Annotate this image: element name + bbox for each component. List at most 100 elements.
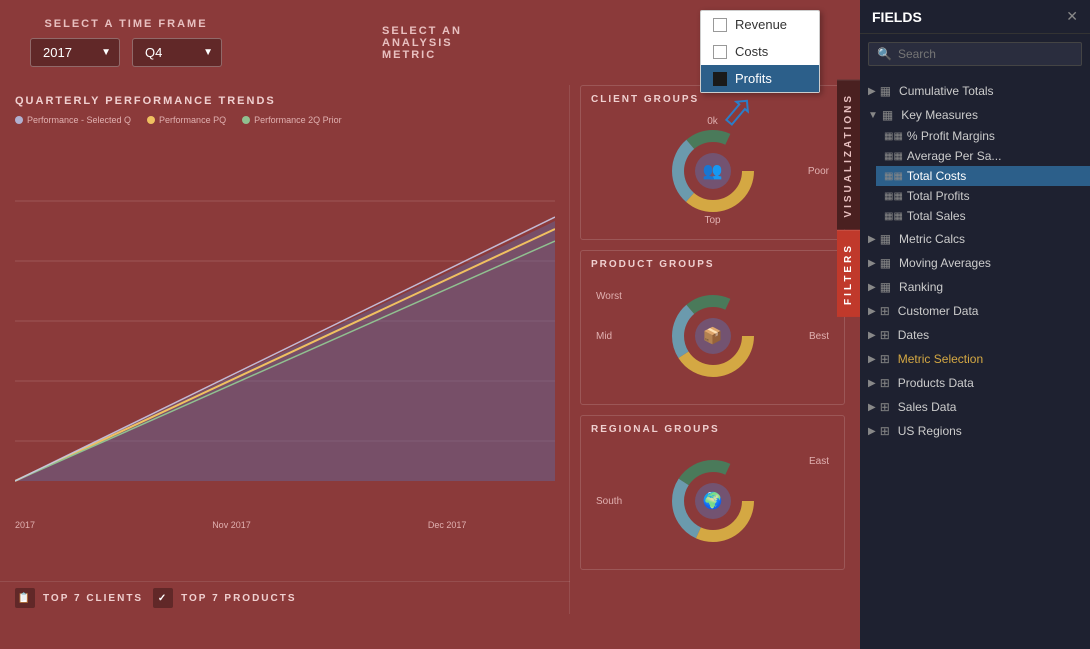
legend-item-3: Performance 2Q Prior xyxy=(242,115,342,125)
table-icon-rk: ▦ xyxy=(880,280,891,294)
expand-icon-sd: ▶ xyxy=(868,402,876,413)
field-total-sales[interactable]: ▦▦ Total Sales xyxy=(876,206,1090,226)
field-name-avg: Average Per Sa... xyxy=(907,149,1082,163)
field-avg-per-sale[interactable]: ▦▦ Average Per Sa... xyxy=(876,146,1090,166)
x-label-0: 2017 xyxy=(15,520,35,530)
field-group-usregions: ▶ ⊞ US Regions xyxy=(860,420,1090,442)
metric-costs[interactable]: Costs xyxy=(701,38,819,65)
regional-label-south: South xyxy=(596,496,622,507)
field-group-metricselection: ▶ ⊞ Metric Selection xyxy=(860,348,1090,370)
field-icon-avg: ▦▦ xyxy=(884,151,903,162)
left-panel: SELECT A TIME FRAME 2017 ▼ Q4 ▼ SELECT A… xyxy=(0,0,860,649)
quarter-dropdown[interactable]: Q4 ▼ xyxy=(132,38,222,67)
field-group-salesdata-header[interactable]: ▶ ⊞ Sales Data xyxy=(860,396,1090,418)
legend-dot-2 xyxy=(147,116,155,124)
table-icon-km: ▦ xyxy=(882,108,893,122)
fields-close-button[interactable]: ✕ xyxy=(1066,8,1078,25)
table-icon-dt: ⊞ xyxy=(880,328,890,342)
table-icon-pd: ⊞ xyxy=(880,376,890,390)
field-icon-pm: ▦▦ xyxy=(884,131,903,142)
table-icon-cd: ⊞ xyxy=(880,304,890,318)
table-icon: ▦ xyxy=(880,84,891,98)
field-group-ranking-name: Ranking xyxy=(899,280,1082,294)
x-label-4: Dec 2017 xyxy=(428,520,467,530)
legend-item-2: Performance PQ xyxy=(147,115,226,125)
field-group-metriccalcs: ▶ ▦ Metric Calcs xyxy=(860,228,1090,250)
field-total-profits[interactable]: ▦▦ Total Profits xyxy=(876,186,1090,206)
chart-area: QUARTERLY PERFORMANCE TRENDS Performance… xyxy=(0,85,570,614)
product-donut-icon: 📦 xyxy=(695,318,731,354)
regional-groups: REGIONAL GROUPS South East 🌍 xyxy=(580,415,845,570)
field-name-ts: Total Sales xyxy=(907,209,1082,223)
legend-dot-3 xyxy=(242,116,250,124)
profits-checkbox xyxy=(713,72,727,86)
bottom-clients: 📋 TOP 7 CLIENTS xyxy=(15,588,143,608)
client-label-right: Poor xyxy=(808,166,829,177)
field-group-metriccalcs-header[interactable]: ▶ ▦ Metric Calcs xyxy=(860,228,1090,250)
field-group-dates-header[interactable]: ▶ ⊞ Dates xyxy=(860,324,1090,346)
client-groups: CLIENT GROUPS 0k Poor Top 👥 xyxy=(580,85,845,240)
field-group-customerdata-name: Customer Data xyxy=(898,304,1082,318)
client-label-bottom: Top xyxy=(704,215,720,226)
field-group-usregions-header[interactable]: ▶ ⊞ US Regions xyxy=(860,420,1090,442)
metric-popup: Revenue Costs Profits xyxy=(700,10,820,93)
field-group-keymeasures-header[interactable]: ▼ ▦ Key Measures xyxy=(860,104,1090,126)
field-group-cumulative: ▶ ▦ Cumulative Totals xyxy=(860,80,1090,102)
expand-icon-dt: ▶ xyxy=(868,330,876,341)
filters-tab[interactable]: FILTERS xyxy=(837,230,860,317)
field-group-keymeasures-name: Key Measures xyxy=(901,108,1082,122)
table-icon-ma: ▦ xyxy=(880,256,891,270)
fields-title: FIELDS xyxy=(872,9,922,25)
regional-groups-title: REGIONAL GROUPS xyxy=(591,424,834,435)
chart-legend: Performance - Selected Q Performance PQ … xyxy=(15,115,554,125)
field-group-movingavg: ▶ ▦ Moving Averages xyxy=(860,252,1090,274)
metric-label: SELECT ANANALYSISMETRIC xyxy=(382,25,462,61)
product-label-best: Best xyxy=(809,331,829,342)
field-group-productsdata-header[interactable]: ▶ ⊞ Products Data xyxy=(860,372,1090,394)
side-tabs: VISUALIZATIONS FILTERS xyxy=(837,80,860,317)
clients-icon: 📋 xyxy=(15,588,35,608)
field-group-metricselection-header[interactable]: ▶ ⊞ Metric Selection xyxy=(860,348,1090,370)
field-group-cumulative-name: Cumulative Totals xyxy=(899,84,1082,98)
field-group-salesdata-name: Sales Data xyxy=(898,400,1082,414)
year-dropdown[interactable]: 2017 ▼ xyxy=(30,38,120,67)
regional-label-east: East xyxy=(809,456,829,467)
field-total-costs[interactable]: ▦▦ Total Costs xyxy=(876,166,1090,186)
expand-icon-pd: ▶ xyxy=(868,378,876,389)
field-name-tp: Total Profits xyxy=(907,189,1082,203)
product-groups: PRODUCT GROUPS Worst Mid Best 📦 xyxy=(580,250,845,405)
visualizations-tab[interactable]: VISUALIZATIONS xyxy=(837,80,860,230)
client-donut: 0k Poor Top 👥 xyxy=(591,111,834,231)
x-axis: 2017 Nov 2017 Dec 2017 xyxy=(15,516,555,530)
year-dropdown-arrow: ▼ xyxy=(101,47,111,58)
field-group-customerdata-header[interactable]: ▶ ⊞ Customer Data xyxy=(860,300,1090,322)
table-icon-sd: ⊞ xyxy=(880,400,890,414)
field-group-keymeasures: ▼ ▦ Key Measures ▦▦ % Profit Margins ▦▦ … xyxy=(860,104,1090,226)
bottom-products: ✓ TOP 7 PRODUCTS xyxy=(153,588,296,608)
field-name-tc: Total Costs xyxy=(907,169,1082,183)
field-group-ranking: ▶ ▦ Ranking xyxy=(860,276,1090,298)
field-group-cumulative-header[interactable]: ▶ ▦ Cumulative Totals xyxy=(860,80,1090,102)
regional-donut: South East 🌍 xyxy=(591,441,834,561)
dropdowns-row: 2017 ▼ Q4 ▼ xyxy=(30,38,222,67)
metric-revenue[interactable]: Revenue xyxy=(701,11,819,38)
field-icon-tc: ▦▦ xyxy=(884,171,903,182)
field-group-dates: ▶ ⊞ Dates xyxy=(860,324,1090,346)
fields-panel: FIELDS ✕ 🔍 ▶ ▦ Cumulative Totals ▼ ▦ Key… xyxy=(860,0,1090,649)
field-group-metricselection-name: Metric Selection xyxy=(898,352,1082,366)
field-group-movingavg-header[interactable]: ▶ ▦ Moving Averages xyxy=(860,252,1090,274)
search-icon: 🔍 xyxy=(877,47,892,61)
field-group-usregions-name: US Regions xyxy=(898,424,1082,438)
metric-profits[interactable]: Profits xyxy=(701,65,819,92)
search-input[interactable] xyxy=(898,47,1073,61)
timeframe-label: SELECT A TIME FRAME xyxy=(44,18,207,30)
expand-icon-mc: ▶ xyxy=(868,234,876,245)
field-profit-margins[interactable]: ▦▦ % Profit Margins xyxy=(876,126,1090,146)
bottom-row: 📋 TOP 7 CLIENTS ✓ TOP 7 PRODUCTS xyxy=(0,581,570,614)
products-icon: ✓ xyxy=(153,588,173,608)
product-groups-title: PRODUCT GROUPS xyxy=(591,259,834,270)
regional-donut-icon: 🌍 xyxy=(695,483,731,519)
key-measures-children: ▦▦ % Profit Margins ▦▦ Average Per Sa...… xyxy=(860,126,1090,226)
field-name-pm: % Profit Margins xyxy=(907,129,1082,143)
field-group-ranking-header[interactable]: ▶ ▦ Ranking xyxy=(860,276,1090,298)
